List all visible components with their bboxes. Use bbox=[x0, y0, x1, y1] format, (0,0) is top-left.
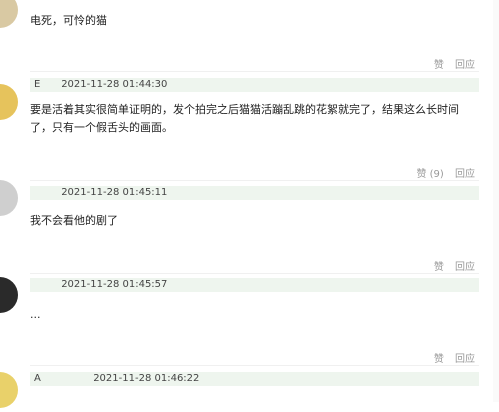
like-button[interactable]: 赞 bbox=[434, 262, 444, 273]
timestamp: 2021-11-28 01:45:11 bbox=[61, 187, 168, 198]
reply-button[interactable]: 回应 bbox=[455, 354, 475, 365]
like-button[interactable]: 赞 bbox=[434, 60, 444, 71]
comment-text: 电死，可怜的猫 bbox=[30, 14, 107, 27]
avatar[interactable] bbox=[0, 0, 18, 40]
comment-meta: E 2021-11-28 01:44:30 bbox=[30, 78, 479, 92]
avatar[interactable] bbox=[0, 180, 18, 220]
like-button[interactable]: 赞 bbox=[434, 354, 444, 365]
reply-button[interactable]: 回应 bbox=[455, 262, 475, 273]
comment-text: 我不会看他的剧了 bbox=[30, 214, 118, 227]
comment-meta: 2021-11-28 01:45:11 bbox=[30, 186, 479, 200]
comment-meta: 2021-11-28 01:45:57 bbox=[30, 278, 479, 292]
comment-actions: 赞 回应 bbox=[426, 350, 475, 365]
avatar[interactable] bbox=[0, 277, 18, 317]
timestamp: 2021-11-28 01:45:57 bbox=[61, 279, 168, 290]
divider bbox=[30, 71, 479, 72]
username[interactable]: A bbox=[30, 372, 50, 386]
timestamp: 2021-11-28 01:44:30 bbox=[61, 79, 168, 90]
avatar[interactable] bbox=[0, 372, 18, 412]
comment-meta: A 2021-11-28 01:46:22 bbox=[30, 372, 479, 386]
divider bbox=[30, 365, 479, 366]
avatar[interactable] bbox=[0, 84, 18, 124]
timestamp: 2021-11-28 01:46:22 bbox=[93, 373, 200, 384]
divider bbox=[30, 273, 479, 274]
like-button[interactable]: 赞 (9) bbox=[416, 169, 443, 180]
reply-button[interactable]: 回应 bbox=[455, 169, 475, 180]
comment-actions: 赞 回应 bbox=[426, 56, 475, 71]
comment-actions: 赞 (9) 回应 bbox=[408, 165, 475, 180]
comment-actions: 赞 回应 bbox=[426, 258, 475, 273]
scrollbar[interactable] bbox=[493, 0, 499, 402]
divider bbox=[30, 180, 479, 181]
username[interactable]: E bbox=[30, 78, 50, 92]
comment-text: ... bbox=[30, 308, 41, 321]
comment-text: 要是活着其实很简单证明的，发个拍完之后猫猫活蹦乱跳的花絮就完了，结果这么长时间了… bbox=[30, 103, 459, 134]
reply-button[interactable]: 回应 bbox=[455, 60, 475, 71]
